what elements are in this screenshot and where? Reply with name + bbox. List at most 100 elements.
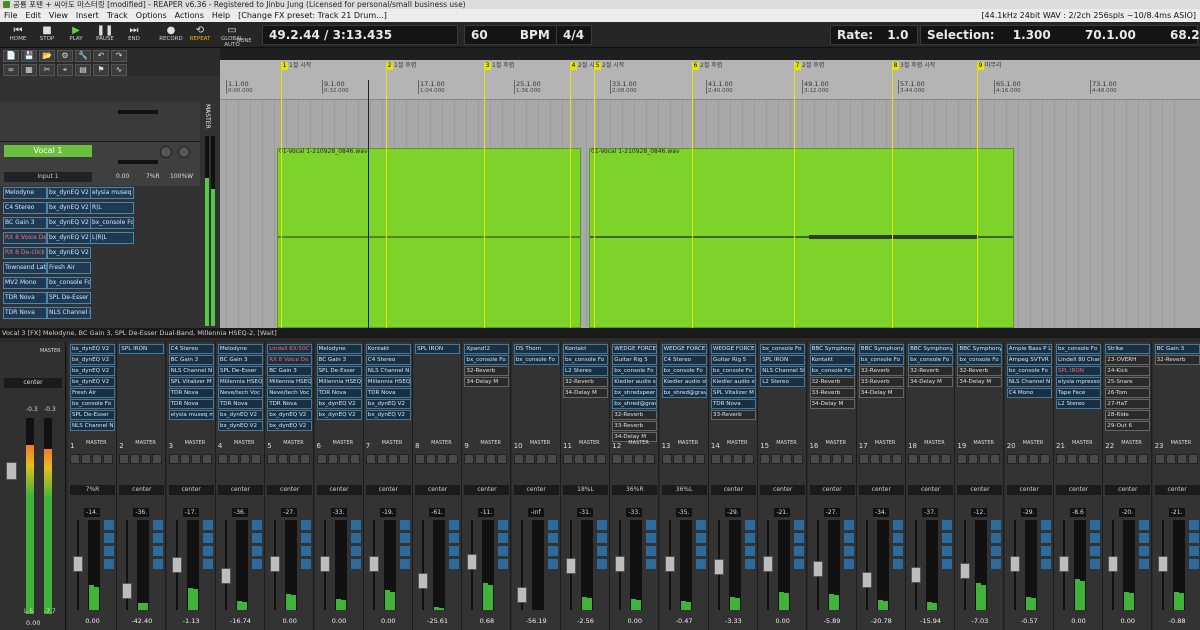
send-slot[interactable]: 34-Delay M	[908, 377, 954, 387]
phase-button[interactable]	[1188, 559, 1199, 569]
mute-button[interactable]	[251, 520, 262, 530]
fx-slot[interactable]: SPL De-Esser	[47, 292, 91, 304]
solo-button[interactable]	[449, 533, 460, 543]
fx-slot[interactable]: bx_shredspeer	[612, 388, 658, 398]
fx-bypass-button[interactable]	[104, 546, 114, 556]
fx-bypass-button[interactable]	[744, 546, 755, 556]
fx-bypass-button[interactable]	[843, 546, 854, 556]
selection-start[interactable]: 1.300	[1013, 28, 1051, 42]
solo-button[interactable]	[1188, 533, 1199, 543]
pan-slider[interactable]: 18%L	[563, 485, 608, 495]
send-slot[interactable]: 33-Reverb	[858, 377, 904, 387]
io-button[interactable]	[387, 454, 398, 464]
fx-slot[interactable]: L2 Stereo	[563, 366, 608, 376]
send-slot[interactable]: 34-Delay M	[563, 388, 608, 398]
volume-fader[interactable]	[861, 520, 872, 610]
fx-slot[interactable]: bx_console Fo	[809, 366, 855, 376]
env-button[interactable]	[1039, 454, 1050, 464]
volume-fader[interactable]	[418, 520, 429, 610]
solo-button[interactable]	[744, 533, 755, 543]
pan-slider[interactable]: center	[217, 485, 263, 495]
fx-button[interactable]	[524, 454, 535, 464]
pan-slider[interactable]: center	[809, 485, 855, 495]
route-button[interactable]	[70, 454, 80, 464]
mute-button[interactable]	[449, 520, 460, 530]
mute-button[interactable]	[744, 520, 755, 530]
volume-fader[interactable]	[467, 520, 478, 610]
home-button[interactable]: ⏮ HOME	[4, 25, 32, 45]
fx-slot[interactable]: bx_dynEQ V2	[47, 217, 91, 229]
new-project-icon[interactable]: 📄	[3, 50, 19, 62]
env-button[interactable]	[990, 454, 1001, 464]
track-name-field[interactable]: Vocal 1	[4, 145, 92, 157]
phase-button[interactable]	[1139, 559, 1150, 569]
fx-slot[interactable]: MV2 Mono	[3, 277, 47, 289]
fx-bypass-button[interactable]	[350, 546, 361, 556]
rate-value[interactable]: 1.0	[887, 28, 908, 42]
mute-button[interactable]	[646, 520, 657, 530]
route-button[interactable]	[661, 454, 672, 464]
send-slot[interactable]: 32-Reverb	[908, 366, 954, 376]
fx-bypass-button[interactable]	[1040, 546, 1051, 556]
fx-slot[interactable]: bx_dynEQ V2	[70, 377, 115, 387]
route-button[interactable]	[1154, 454, 1165, 464]
fx-slot[interactable]: bx_console Fo	[464, 355, 510, 365]
route-button[interactable]	[316, 454, 327, 464]
mixer-strip-2[interactable]: SPL IRON2MASTERcenter-36.-42.40Vocal 1 P…	[117, 342, 167, 630]
fader-knob[interactable]	[73, 555, 83, 572]
send-slot[interactable]: 24-Kick	[1105, 366, 1151, 376]
env-button[interactable]	[842, 454, 853, 464]
settings-icon[interactable]: ⚙	[57, 50, 73, 62]
snap-icon[interactable]: ⌖	[57, 64, 73, 76]
fx-slot[interactable]: Lindell 6X-50C	[267, 344, 313, 354]
fx-slot[interactable]: BBC Symphony	[809, 344, 855, 354]
mixer-strip-9[interactable]: Xpand!2 bx_console Fo 32-Reverb 34-Delay M 9…	[462, 342, 512, 630]
send-slot[interactable]: 34-Delay M	[957, 377, 1003, 387]
mute-button[interactable]	[350, 520, 361, 530]
solo-button[interactable]	[892, 533, 903, 543]
solo-button[interactable]	[104, 533, 114, 543]
env-button[interactable]	[694, 454, 705, 464]
phase-button[interactable]	[399, 559, 410, 569]
fx-slot[interactable]: bx_console Fo	[513, 355, 559, 365]
fx-slot[interactable]: Strike	[1105, 344, 1151, 354]
io-button[interactable]	[92, 454, 102, 464]
fx-slot[interactable]: TDR Nova	[217, 399, 263, 409]
fx-slot[interactable]: bx_dynEQ V2	[70, 366, 115, 376]
pan-slider[interactable]: center	[415, 485, 461, 495]
fx-slot[interactable]: Fresh Air	[70, 388, 115, 398]
fx-slot[interactable]: bx_dynEQ V2	[70, 344, 115, 354]
fx-slot[interactable]: SPL De-Esser	[217, 366, 263, 376]
env-button[interactable]	[1138, 454, 1149, 464]
fx-button[interactable]	[376, 454, 387, 464]
fx-slot[interactable]: bx_dynEQ V2	[47, 187, 91, 199]
phase-button[interactable]	[942, 559, 953, 569]
selection-display[interactable]: Selection: 1.300 70.1.00 68.2.00	[920, 25, 1200, 45]
menu-edit[interactable]: Edit	[21, 9, 45, 22]
send-slot[interactable]: 32-Reverb	[957, 366, 1003, 376]
edit-cursor[interactable]	[368, 80, 369, 328]
time-signature-display[interactable]: 4/4	[556, 25, 592, 45]
send-slot[interactable]: 32-Reverb	[809, 377, 855, 387]
volume-fader[interactable]	[1009, 520, 1020, 610]
fx-slot[interactable]: C4 Stereo	[3, 202, 47, 214]
solo-button[interactable]	[498, 533, 509, 543]
fx-slot[interactable]: elysia museq m	[90, 187, 134, 199]
volume-fader[interactable]	[960, 520, 971, 610]
stop-button[interactable]: ■ STOP	[33, 25, 61, 45]
fx-slot[interactable]: SPL IRON	[760, 355, 806, 365]
fx-bypass-button[interactable]	[1139, 546, 1150, 556]
fx-slot[interactable]: bx_console Fo	[710, 366, 756, 376]
menu-actions[interactable]: Actions	[171, 9, 208, 22]
phase-button[interactable]	[794, 559, 805, 569]
solo-button[interactable]	[794, 533, 805, 543]
route-button[interactable]	[957, 454, 968, 464]
record-button[interactable]: ● RECORD	[157, 25, 185, 45]
env-button[interactable]	[250, 454, 261, 464]
solo-button[interactable]	[1139, 533, 1150, 543]
fx-slot[interactable]: bx_dynEQ V2	[47, 247, 91, 259]
io-button[interactable]	[1176, 454, 1187, 464]
fx-slot[interactable]: Millennia HSEQ	[316, 377, 362, 387]
project-marker[interactable]: 1 1절 시작	[281, 60, 311, 70]
grid-icon[interactable]: ▦	[21, 64, 37, 76]
